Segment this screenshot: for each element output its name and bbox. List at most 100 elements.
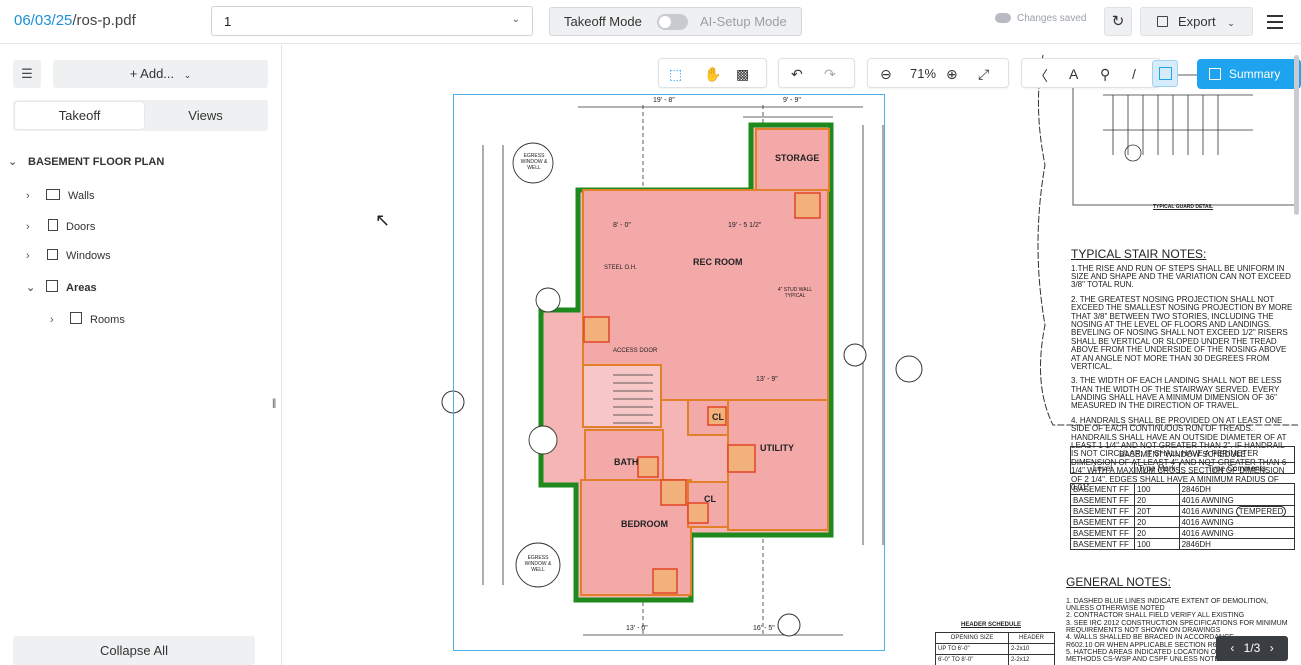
pen-icon[interactable]: / (1132, 66, 1136, 82)
schedule-header: OPENING SIZE (934, 632, 1010, 644)
sidebar: ☰ + Add... ⌄ Takeoff Views ⌄ BASEMENT FLO… (0, 45, 282, 665)
file-name: /ros-p.pdf (72, 12, 136, 29)
table-cell: 2846DH (1178, 538, 1296, 550)
split-view-button[interactable] (1152, 60, 1178, 87)
prev-page-icon[interactable]: ‹ (1230, 641, 1234, 655)
table-cell: BASEMENT FF (1069, 516, 1136, 528)
tab-takeoff[interactable]: Takeoff (15, 102, 144, 129)
menu-button[interactable] (1260, 7, 1289, 36)
guard-detail-label: TYPICAL GUARD DETAIL (1153, 204, 1214, 210)
mode-switch[interactable]: Takeoff Mode AI-Setup Mode (549, 7, 802, 36)
schedule-spacer (1070, 473, 1295, 484)
tag-icon[interactable]: 〈 (1034, 66, 1048, 86)
resize-handle[interactable]: || (272, 398, 276, 409)
search-icon[interactable]: ⚲ (1100, 66, 1110, 83)
menu-icon-bar (1266, 27, 1283, 29)
tree-item-doors[interactable]: › Doors (26, 219, 95, 233)
tab-views[interactable]: Views (141, 102, 270, 129)
add-label: + Add... (129, 66, 175, 81)
export-icon (1157, 16, 1168, 27)
tree-root-basement-floor-plan[interactable]: ⌄ BASEMENT FLOOR PLAN (8, 155, 164, 168)
table-cell: 20T (1134, 505, 1180, 517)
general-notes-title: GENERAL NOTES: (1066, 575, 1171, 589)
selection-tools: ⬚ ✋ ▩ (658, 58, 767, 88)
zoom-tools: ⊖ 71% ⊕ ⤢ (867, 58, 1009, 88)
tree-item-label: Rooms (90, 314, 125, 326)
tree-item-rooms[interactable]: › Rooms (50, 312, 125, 326)
table-cell-text: 4016 AWNING (1181, 506, 1234, 516)
tree-item-walls[interactable]: › Walls (26, 189, 94, 202)
table-cell: BASEMENT FF (1069, 494, 1136, 506)
table-cell: 4016 AWNING TEMPERED (1178, 505, 1296, 517)
chevron-down-icon: ⌄ (26, 282, 36, 294)
table-row: BASEMENT FF 20 4016 AWNING (1069, 527, 1296, 539)
table-cell: BASEMENT FF (1069, 483, 1136, 495)
stair-note: 3. THE WIDTH OF EACH LANDING SHALL NOT B… (1071, 376, 1282, 411)
tree-item-areas[interactable]: ⌄ Areas (26, 280, 97, 294)
schedule-header: Level (1069, 462, 1136, 474)
vertical-scrollbar[interactable] (1294, 55, 1299, 215)
ruler-icon[interactable]: ▩ (736, 66, 749, 83)
table-icon (1209, 68, 1221, 80)
table-cell: 6'-0" TO 8'-0" (934, 654, 1010, 665)
table-cell: 100 (1134, 538, 1180, 550)
general-note: 2. CONTRACTOR SHALL FIELD VERIFY ALL EXI… (1066, 612, 1245, 620)
save-status-text: Changes saved (1017, 13, 1087, 24)
chevron-right-icon: › (26, 221, 30, 233)
schedule-header: HEADER (1008, 632, 1055, 644)
tree-item-windows[interactable]: › Windows (26, 249, 111, 262)
schedule-header: Type Mark (1134, 462, 1180, 474)
top-bar: 06/03/25/ros-p.pdf 1 ⌄ Takeoff Mode AI-S… (0, 0, 1301, 44)
mode-toggle[interactable] (657, 14, 688, 30)
general-note: 1. DASHED BLUE LINES INDICATE EXTENT OF … (1066, 597, 1269, 612)
table-cell: 20 (1134, 494, 1180, 506)
menu-icon (1266, 15, 1283, 17)
stair-note: 1.THE RISE AND RUN OF STEPS SHALL BE UNI… (1071, 263, 1291, 290)
chevron-right-icon: › (26, 190, 30, 202)
tree-root-label: BASEMENT FLOOR PLAN (28, 156, 165, 168)
table-cell: 20 (1134, 527, 1180, 539)
text-icon[interactable]: A (1069, 66, 1078, 82)
redo-icon[interactable]: ↷ (824, 66, 836, 83)
cloud-icon (995, 13, 1011, 24)
tree-item-label: Windows (66, 250, 111, 262)
export-button[interactable]: Export ⌄ (1140, 7, 1253, 36)
pan-hand-icon[interactable]: ✋ (704, 66, 721, 83)
select-area-icon[interactable]: ⬚ (669, 66, 682, 83)
tree-item-label: Areas (66, 282, 97, 294)
table-row: BASEMENT FF 20T 4016 AWNING TEMPERED (1069, 505, 1296, 517)
chevron-right-icon: › (26, 250, 30, 262)
table-cell: BASEMENT FF (1069, 505, 1136, 517)
filter-button[interactable]: ☰ (13, 60, 41, 88)
table-cell: 4016 AWNING (1178, 494, 1296, 506)
zoom-out-icon[interactable]: ⊖ (880, 66, 892, 83)
zoom-in-icon[interactable]: ⊕ (946, 66, 958, 83)
table-cell: 2-2x12 (1008, 654, 1055, 665)
mouse-cursor: ↖ (375, 210, 391, 230)
export-label: Export (1178, 14, 1216, 29)
schedule-header: Type Comments (1178, 462, 1296, 474)
fullscreen-icon[interactable]: ⤢ (978, 66, 989, 83)
table-cell: BASEMENT FF (1069, 527, 1136, 539)
drawing-canvas[interactable]: STORAGE REC ROOM UTILITY BATH BEDROOM CL… (283, 45, 1301, 665)
window-schedule-title: BASEMENT WINDOW SCHEDULE (1070, 446, 1295, 463)
table-cell: 100 (1134, 483, 1180, 495)
ai-setup-mode-label: AI-Setup Mode (700, 14, 787, 29)
refresh-button[interactable]: ↻ (1104, 7, 1132, 36)
door-icon (48, 219, 58, 231)
page-pager[interactable]: ‹ 1/3 › (1216, 636, 1288, 661)
refresh-icon: ↻ (1111, 13, 1125, 30)
page-select[interactable]: 1 ⌄ (211, 6, 533, 36)
sidebar-tabs: Takeoff Views (13, 100, 268, 131)
add-button[interactable]: + Add... ⌄ (53, 60, 268, 88)
chevron-down-icon: ⌄ (8, 156, 18, 168)
file-title[interactable]: 06/03/25/ros-p.pdf (14, 12, 136, 29)
collapse-all-button[interactable]: Collapse All (13, 636, 255, 665)
next-page-icon[interactable]: › (1270, 641, 1274, 655)
table-row: UP TO 6'-0" 2-2x10 (934, 643, 1055, 655)
summary-button[interactable]: Summary (1197, 59, 1301, 89)
table-cell: 4016 AWNING (1178, 527, 1296, 539)
undo-icon[interactable]: ↶ (791, 66, 803, 83)
table-row: BASEMENT FF 20 4016 AWNING (1069, 494, 1296, 506)
save-status: Changes saved (995, 13, 1087, 24)
